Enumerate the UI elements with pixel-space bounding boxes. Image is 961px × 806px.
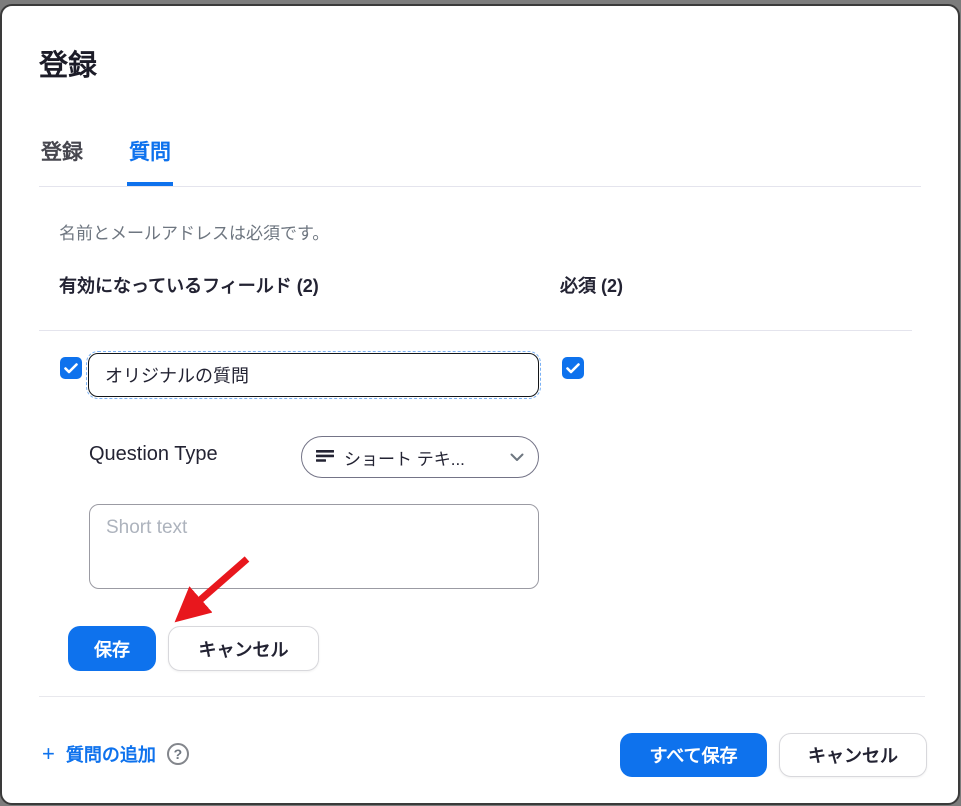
header-row-divider bbox=[39, 330, 912, 331]
chevron-down-icon bbox=[510, 453, 524, 462]
plus-icon: + bbox=[42, 743, 55, 765]
tab-bar: 登録 質問 bbox=[39, 136, 921, 187]
short-text-icon bbox=[316, 450, 334, 464]
question-type-value: ショート テキ... bbox=[344, 445, 500, 470]
help-icon[interactable]: ? bbox=[167, 743, 189, 765]
question-enabled-checkbox[interactable] bbox=[60, 357, 82, 379]
tab-questions[interactable]: 質問 bbox=[127, 136, 173, 186]
add-question-link[interactable]: + 質問の追加 ? bbox=[42, 741, 189, 767]
check-icon bbox=[64, 363, 78, 374]
footer-cancel-button[interactable]: キャンセル bbox=[779, 733, 927, 777]
cancel-button[interactable]: キャンセル bbox=[168, 626, 319, 671]
question-type-dropdown[interactable]: ショート テキ... bbox=[301, 436, 539, 478]
question-required-checkbox[interactable] bbox=[562, 357, 584, 379]
answer-preview-textarea[interactable] bbox=[89, 504, 539, 589]
question-type-label: Question Type bbox=[89, 443, 218, 466]
check-icon bbox=[566, 363, 580, 374]
save-button[interactable]: 保存 bbox=[68, 626, 156, 671]
footer-divider bbox=[39, 696, 925, 697]
column-headers: 有効になっているフィールド (2) 必須 (2) bbox=[59, 272, 921, 298]
add-question-label: 質問の追加 bbox=[66, 741, 156, 767]
enabled-fields-header: 有効になっているフィールド (2) bbox=[59, 276, 319, 296]
required-header: 必須 (2) bbox=[560, 272, 623, 298]
tab-registration[interactable]: 登録 bbox=[39, 136, 85, 186]
page-title: 登録 bbox=[39, 42, 97, 84]
question-title-input[interactable] bbox=[88, 353, 539, 397]
required-fields-note: 名前とメールアドレスは必須です。 bbox=[59, 219, 329, 244]
registration-dialog: 登録 登録 質問 名前とメールアドレスは必須です。 有効になっているフィールド … bbox=[0, 4, 960, 805]
save-all-button[interactable]: すべて保存 bbox=[620, 733, 767, 777]
